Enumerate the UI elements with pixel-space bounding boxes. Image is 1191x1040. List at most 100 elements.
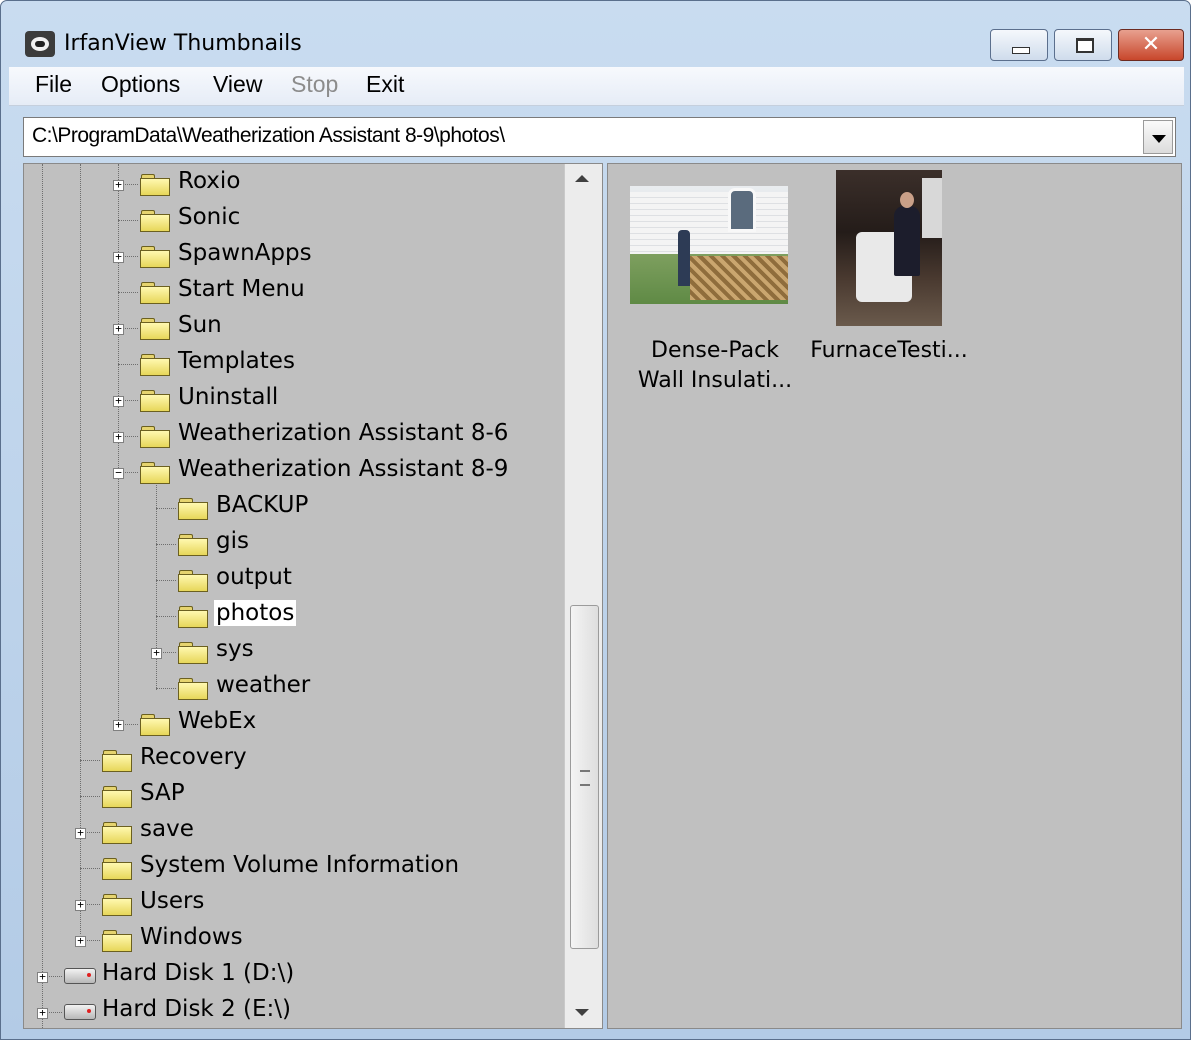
expand-icon[interactable]: +: [75, 899, 86, 911]
irfanview-panda-icon: [25, 31, 55, 57]
tree-connector-line: [156, 688, 176, 689]
expand-icon[interactable]: +: [113, 179, 124, 191]
folder-icon: [178, 534, 208, 556]
worker-graphic: [678, 230, 690, 286]
path-value: C:\ProgramData\Weatherization Assistant …: [32, 124, 505, 147]
tree-item[interactable]: photos: [24, 598, 564, 632]
tree-item[interactable]: + Hard Disk 2 (E:\): [24, 994, 564, 1028]
tree-item[interactable]: + Hard Disk 1 (D:\): [24, 958, 564, 992]
tree-item[interactable]: + save: [24, 814, 564, 848]
tree-item[interactable]: gis: [24, 526, 564, 560]
expand-icon[interactable]: +: [151, 647, 162, 659]
tree-connector-line: [156, 580, 176, 581]
tree-scrollbar[interactable]: [564, 164, 602, 1028]
expand-icon[interactable]: +: [113, 323, 124, 335]
tree-connector-line: [156, 544, 176, 545]
thumbnail-pane[interactable]: Dense-Pack Wall Insulati... FurnaceTesti…: [607, 163, 1182, 1029]
menu-stop[interactable]: Stop: [291, 71, 338, 98]
chevron-down-icon[interactable]: [1143, 120, 1173, 154]
tree-item[interactable]: + Uninstall: [24, 382, 564, 416]
tree-connector-line: [118, 364, 138, 365]
expand-icon[interactable]: +: [37, 1007, 48, 1019]
expand-icon[interactable]: +: [113, 719, 124, 731]
tree-item-label: Roxio: [178, 168, 241, 194]
tree-connector-line: [156, 616, 176, 617]
scroll-up-arrow-icon[interactable]: [575, 175, 589, 182]
tree-item[interactable]: + Roxio: [24, 166, 564, 200]
expand-icon[interactable]: +: [37, 971, 48, 983]
thumbnail-caption[interactable]: Dense-Pack Wall Insulati...: [620, 336, 810, 396]
thumbnail-caption[interactable]: FurnaceTesti...: [794, 336, 984, 366]
menu-options[interactable]: Options: [101, 71, 180, 98]
irfanview-thumbnails-window: IrfanView Thumbnails ✕ File Options View…: [0, 0, 1191, 1040]
tree-item-label: Windows: [140, 924, 243, 950]
tree-item[interactable]: + sys: [24, 634, 564, 668]
lattice-graphic: [690, 256, 788, 300]
folder-icon: [178, 678, 208, 700]
drive-icon: [64, 968, 96, 984]
tree-connector-line: [80, 760, 100, 761]
tree-item-label: Hard Disk 1 (D:\): [102, 960, 295, 986]
scrollbar-thumb[interactable]: [570, 605, 599, 949]
tree-item[interactable]: + WebEx: [24, 706, 564, 740]
tree-item[interactable]: output: [24, 562, 564, 596]
tree-item[interactable]: − Weatherization Assistant 8-9: [24, 454, 564, 488]
close-button[interactable]: ✕: [1118, 29, 1184, 61]
caption-line: FurnaceTesti...: [810, 338, 968, 363]
tree-item[interactable]: + Weatherization Assistant 8-6: [24, 418, 564, 452]
folder-icon: [178, 498, 208, 520]
menu-exit[interactable]: Exit: [366, 71, 404, 98]
folder-icon: [140, 246, 170, 268]
menu-file[interactable]: File: [35, 71, 72, 98]
tree-item-label: Templates: [178, 348, 295, 374]
folder-icon: [140, 318, 170, 340]
title-bar[interactable]: IrfanView Thumbnails ✕: [1, 1, 1190, 65]
tree-item-label: SpawnApps: [178, 240, 312, 266]
technician-head-graphic: [900, 192, 914, 208]
expand-icon[interactable]: +: [113, 395, 124, 407]
tree-item[interactable]: System Volume Information: [24, 850, 564, 884]
folder-icon: [140, 390, 170, 412]
tree-item-label: BACKUP: [216, 492, 309, 518]
folder-icon: [102, 894, 132, 916]
folder-icon: [102, 786, 132, 808]
expand-icon[interactable]: +: [75, 827, 86, 839]
tree-connector-line: [118, 220, 138, 221]
folder-icon: [140, 210, 170, 232]
tree-item-label: photos: [214, 600, 297, 626]
expand-icon[interactable]: +: [113, 251, 124, 263]
tree-item[interactable]: Start Menu: [24, 274, 564, 308]
thumbnail-image-furnace[interactable]: [836, 170, 942, 326]
tree-item[interactable]: weather: [24, 670, 564, 704]
folder-tree[interactable]: + Roxio Sonic + SpawnApps Start Menu + Sun Templ…: [23, 163, 603, 1029]
tree-item[interactable]: + Users: [24, 886, 564, 920]
tree-item[interactable]: Sonic: [24, 202, 564, 236]
caption-line: Wall Insulati...: [637, 368, 793, 393]
path-combobox[interactable]: C:\ProgramData\Weatherization Assistant …: [23, 117, 1176, 157]
tree-item-label: Start Menu: [178, 276, 305, 302]
folder-icon: [178, 570, 208, 592]
expand-icon[interactable]: +: [113, 431, 124, 443]
tree-item-label: WebEx: [178, 708, 257, 734]
scroll-down-arrow-icon[interactable]: [575, 1009, 589, 1016]
tree-item[interactable]: SAP: [24, 778, 564, 812]
drive-icon: [64, 1004, 96, 1020]
thumbnail-image-dense-pack[interactable]: [630, 186, 788, 304]
tree-connector-line: [156, 508, 176, 509]
collapse-icon[interactable]: −: [113, 467, 124, 479]
tree-item[interactable]: + Sun: [24, 310, 564, 344]
folder-icon: [102, 930, 132, 952]
tree-item[interactable]: Templates: [24, 346, 564, 380]
tree-item[interactable]: + SpawnApps: [24, 238, 564, 272]
panel-graphic: [922, 178, 942, 238]
tree-item[interactable]: Recovery: [24, 742, 564, 776]
tree-item-label: sys: [216, 636, 254, 662]
folder-icon: [140, 426, 170, 448]
tree-item[interactable]: + Windows: [24, 922, 564, 956]
menu-view[interactable]: View: [213, 71, 262, 98]
folder-icon: [140, 282, 170, 304]
minimize-button[interactable]: [990, 29, 1048, 61]
tree-item[interactable]: BACKUP: [24, 490, 564, 524]
expand-icon[interactable]: +: [75, 935, 86, 947]
maximize-button[interactable]: [1054, 29, 1112, 61]
